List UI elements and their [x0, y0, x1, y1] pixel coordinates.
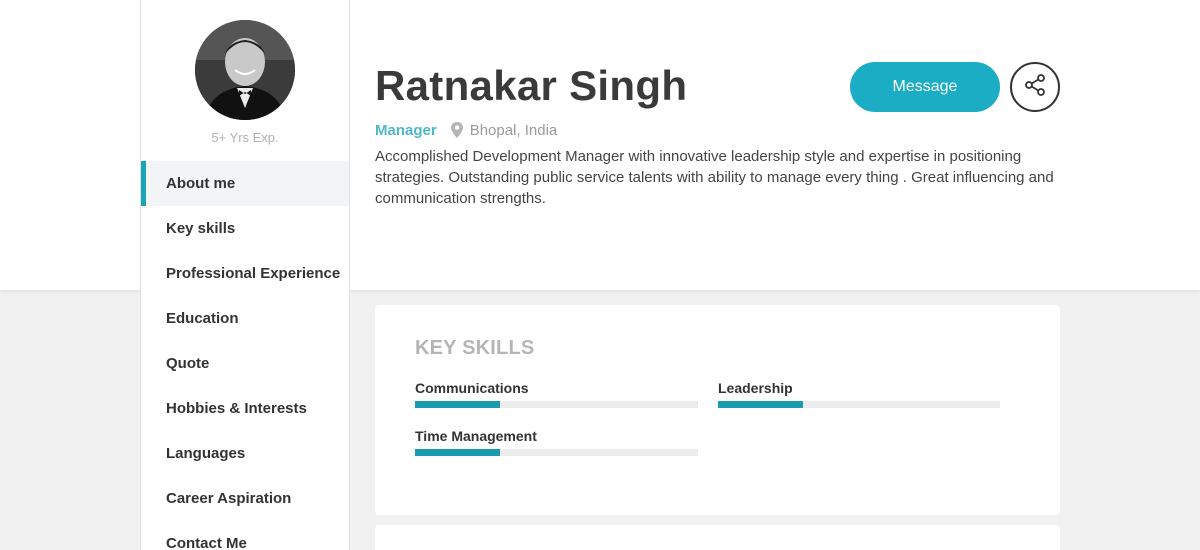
skill-bar-fill: [415, 401, 500, 408]
sidebar: 5+ Yrs Exp. About me Key skills Professi…: [140, 0, 350, 550]
profile-bio: Accomplished Development Manager with in…: [375, 148, 1054, 207]
profile-name: Ratnakar Singh: [375, 62, 688, 109]
section-nav: About me Key skills Professional Experie…: [141, 161, 349, 550]
nav-item-languages[interactable]: Languages: [141, 431, 349, 476]
profile-location: Bhopal, India: [469, 121, 558, 139]
skill-item: Time Management: [415, 428, 698, 456]
next-section-card: [375, 525, 1060, 550]
key-skills-title: KEY SKILLS: [415, 337, 535, 359]
profile-role: Manager: [375, 121, 437, 139]
skill-bar-fill: [718, 401, 803, 408]
map-pin-icon: [450, 122, 464, 138]
nav-item-key-skills[interactable]: Key skills: [141, 206, 349, 251]
skill-bar: [415, 449, 698, 456]
share-button[interactable]: [1010, 62, 1060, 112]
skill-bar-fill: [415, 449, 500, 456]
nav-item-hobbies-interests[interactable]: Hobbies & Interests: [141, 386, 349, 431]
share-icon: [1023, 73, 1047, 102]
message-button[interactable]: Message: [850, 62, 1000, 112]
skill-name: Time Management: [415, 428, 537, 444]
skill-name: Leadership: [718, 380, 793, 396]
avatar: [195, 20, 295, 120]
skill-item: Leadership: [718, 380, 1000, 408]
nav-item-professional-experience[interactable]: Professional Experience: [141, 251, 349, 296]
nav-item-quote[interactable]: Quote: [141, 341, 349, 386]
nav-item-education[interactable]: Education: [141, 296, 349, 341]
nav-item-about-me[interactable]: About me: [141, 161, 349, 206]
experience-label: 5+ Yrs Exp.: [211, 130, 279, 145]
nav-item-career-aspiration[interactable]: Career Aspiration: [141, 476, 349, 521]
profile-meta: Manager Bhopal, India: [375, 120, 557, 140]
nav-item-contact-me[interactable]: Contact Me: [141, 521, 349, 550]
skill-item: Communications: [415, 380, 698, 408]
skill-bar: [718, 401, 1000, 408]
skill-bar: [415, 401, 698, 408]
skill-name: Communications: [415, 380, 529, 396]
key-skills-card: KEY SKILLS Communications Leadership Tim…: [375, 305, 1060, 515]
